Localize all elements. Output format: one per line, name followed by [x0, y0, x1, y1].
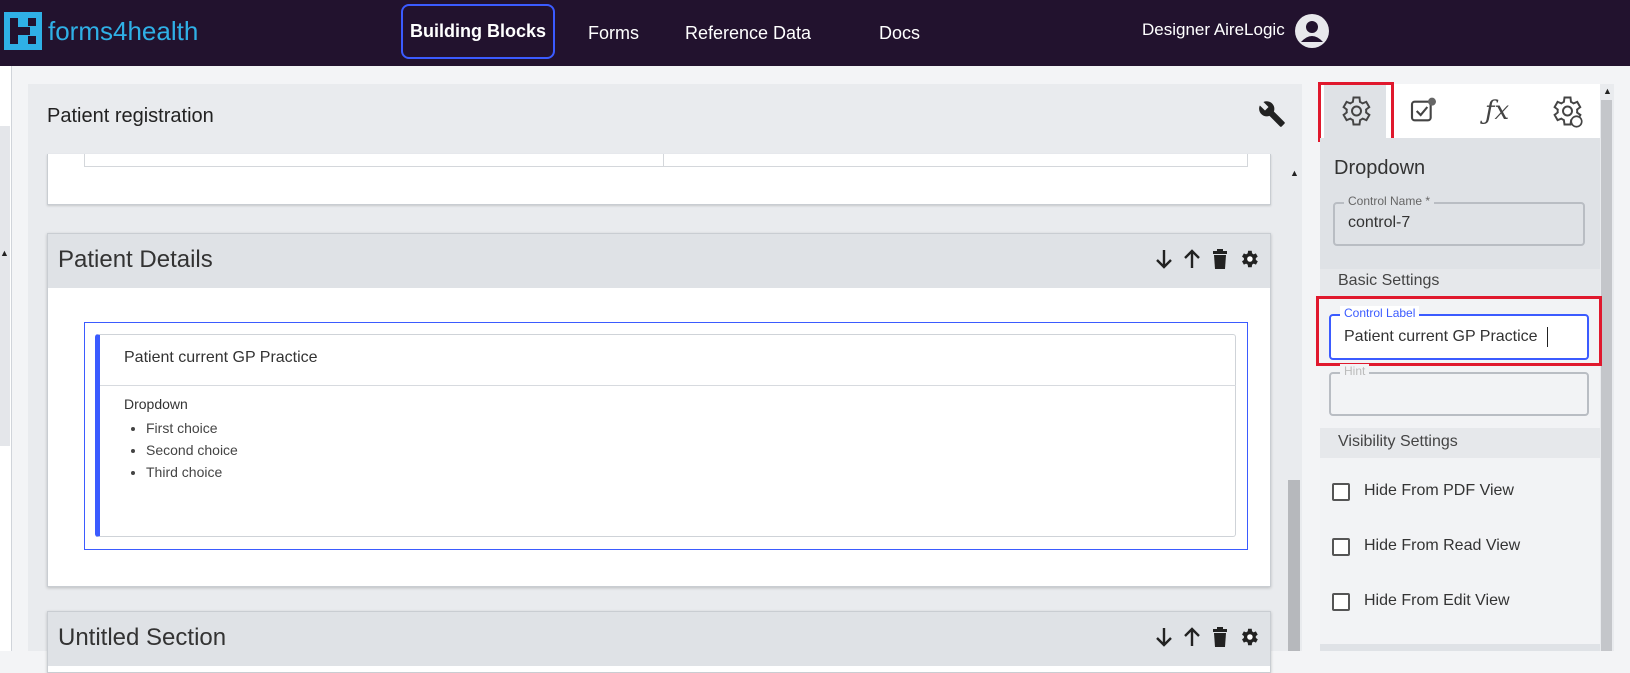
top-nav-bar [0, 0, 1630, 66]
advanced-settings-icon [1553, 96, 1583, 128]
nav-building-blocks[interactable]: Building Blocks [401, 4, 555, 59]
delete-icon[interactable] [1210, 248, 1230, 270]
control-name-legend: Control Name * [1344, 194, 1435, 208]
control-name-value: control-7 [1348, 214, 1411, 231]
section-header: Untitled Section [48, 612, 1270, 666]
highlight-settings-tab [1318, 82, 1394, 142]
form-title: Patient registration [47, 105, 214, 127]
left-panel-scrollbar[interactable] [0, 126, 10, 446]
dropdown-options-list: First choice Second choice Third choice [124, 417, 238, 483]
brand-name: forms4health [48, 15, 199, 46]
left-scroll-arrow-icon[interactable]: ▲ [0, 248, 9, 258]
control-label-legend: Control Label [1340, 306, 1420, 320]
nav-forms[interactable]: Forms [588, 0, 639, 66]
user-avatar-icon[interactable] [1295, 14, 1329, 48]
form-header [28, 84, 1302, 154]
brand-logo[interactable]: forms4health [4, 12, 198, 50]
tab-advanced-settings[interactable] [1535, 84, 1597, 138]
move-up-icon[interactable] [1182, 248, 1202, 270]
scroll-up-icon[interactable]: ▲ [1290, 168, 1299, 178]
control-label-text: Patient current GP Practice [124, 349, 318, 366]
column-divider [663, 154, 664, 166]
divider [100, 385, 1236, 386]
delete-icon[interactable] [1210, 626, 1230, 648]
user-name[interactable]: Designer AireLogic [1142, 0, 1285, 60]
canvas-scroll-thumb[interactable] [1288, 480, 1300, 651]
dropdown-option: Second choice [146, 439, 238, 461]
previous-section-card [47, 154, 1271, 205]
text-cursor [1547, 327, 1548, 347]
section-title: Patient Details [58, 246, 213, 273]
gear-icon[interactable] [1238, 248, 1258, 270]
visibility-settings-title: Visibility Settings [1338, 433, 1458, 450]
hide-edit-label: Hide From Edit View [1364, 592, 1510, 609]
move-down-icon[interactable] [1154, 248, 1174, 270]
move-down-icon[interactable] [1154, 626, 1174, 648]
panel-title: Dropdown [1334, 157, 1426, 179]
hide-read-checkbox[interactable] [1332, 538, 1350, 556]
hide-pdf-checkbox[interactable] [1332, 483, 1350, 501]
function-icon: ƒx [1484, 96, 1510, 126]
dropdown-control-card[interactable]: Patient current GP Practice Dropdown Fir… [95, 334, 1236, 537]
section-actions [1154, 626, 1258, 648]
panel-next-section [1320, 644, 1600, 651]
nav-docs[interactable]: Docs [879, 0, 920, 66]
panel-scroll-thumb[interactable] [1601, 100, 1612, 651]
dropdown-option: First choice [146, 417, 238, 439]
tab-functions[interactable]: ƒx [1466, 84, 1528, 138]
move-up-icon[interactable] [1182, 626, 1202, 648]
gear-icon[interactable] [1238, 626, 1258, 648]
control-label-value: Patient current GP Practice [1344, 328, 1538, 345]
hint-legend: Hint [1340, 364, 1370, 378]
validation-icon [1410, 97, 1436, 122]
section-title: Untitled Section [58, 624, 227, 651]
hide-edit-checkbox[interactable] [1332, 593, 1350, 611]
wrench-icon[interactable] [1258, 100, 1286, 128]
previous-control[interactable] [84, 154, 1248, 167]
section-actions [1154, 248, 1258, 270]
logo-icon [4, 12, 42, 50]
dropdown-option: Third choice [146, 461, 238, 483]
section-header: Patient Details [48, 234, 1270, 288]
control-type-text: Dropdown [124, 396, 188, 412]
hide-read-label: Hide From Read View [1364, 537, 1521, 554]
hint-field[interactable] [1329, 372, 1589, 416]
section-untitled[interactable]: Untitled Section [47, 611, 1271, 673]
panel-scroll-up-icon[interactable]: ▲ [1603, 86, 1612, 96]
hide-pdf-label: Hide From PDF View [1364, 482, 1514, 499]
basic-settings-title: Basic Settings [1338, 272, 1440, 289]
tab-validation[interactable] [1393, 84, 1455, 138]
nav-reference-data[interactable]: Reference Data [685, 0, 811, 66]
